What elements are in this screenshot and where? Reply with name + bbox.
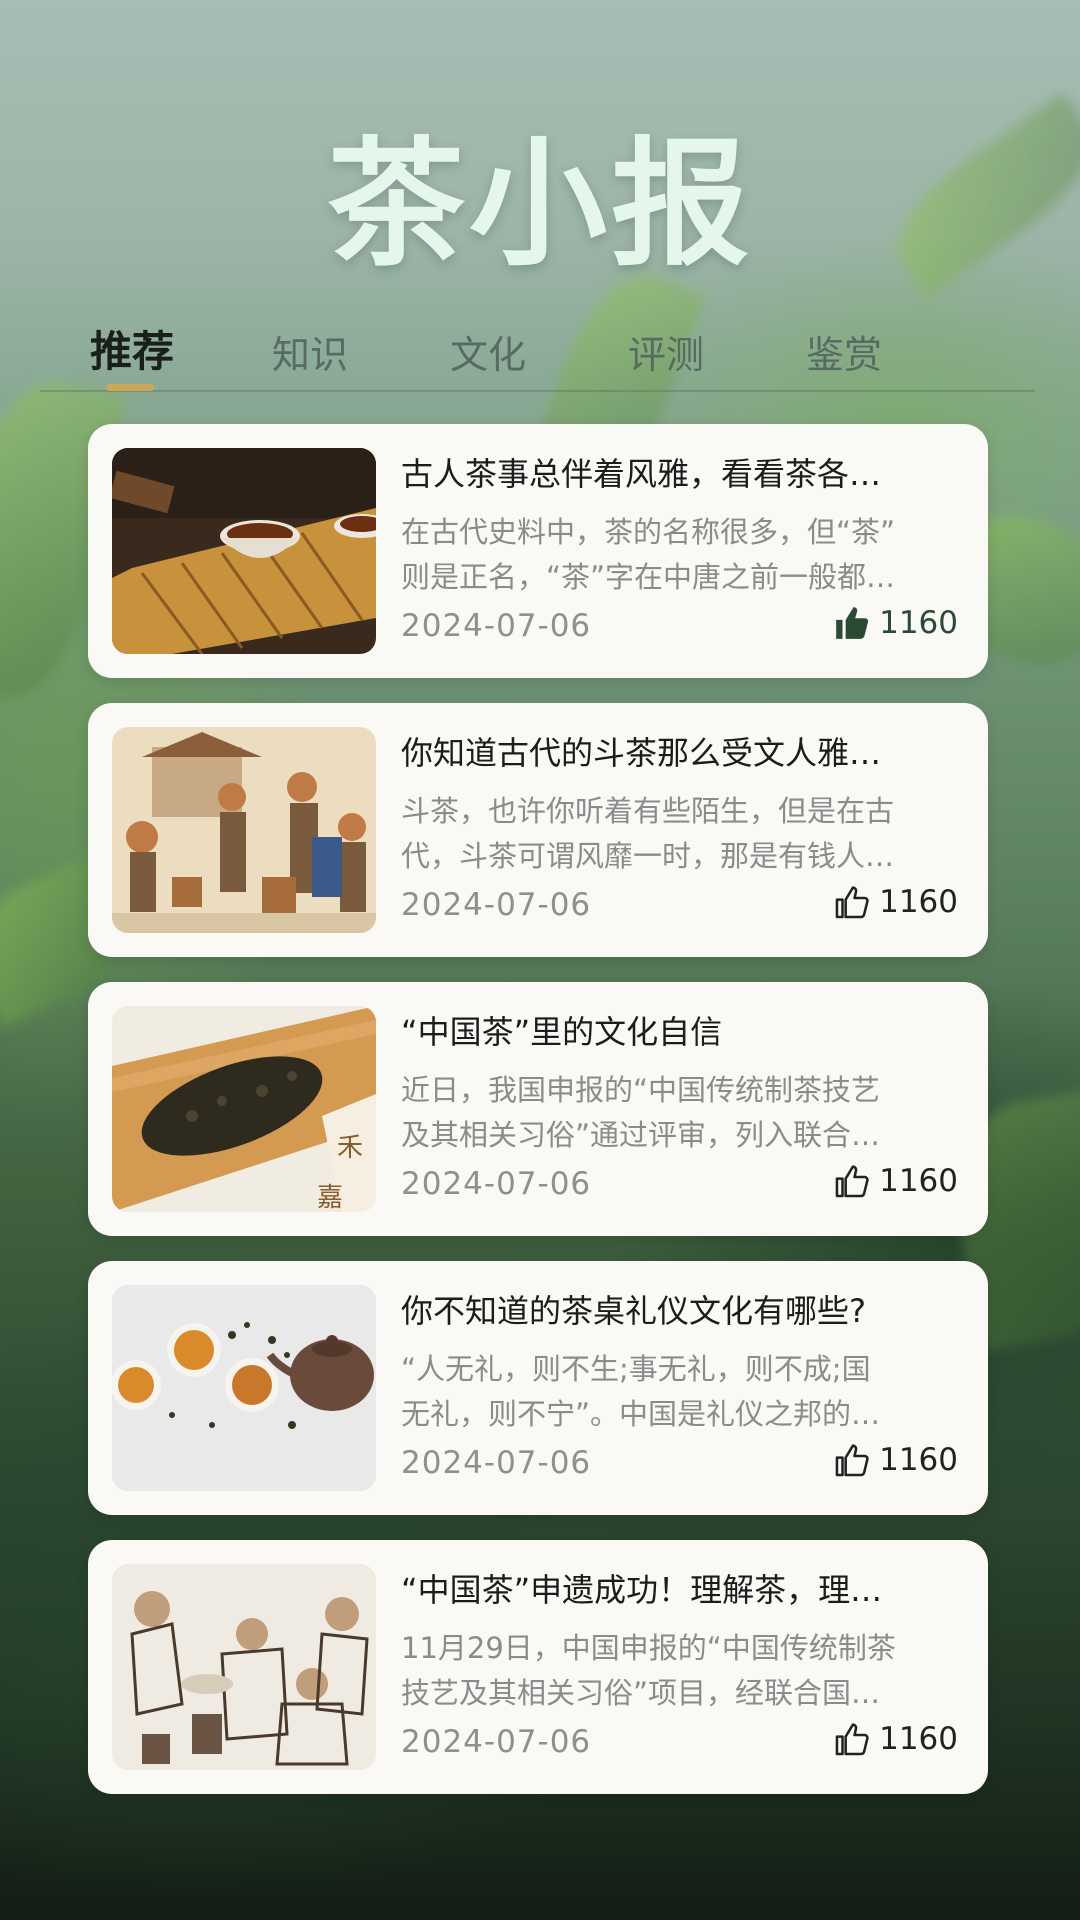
- article-card[interactable]: 你知道古代的斗茶那么受文人雅… 斗茶，也许你听着有些陌生，但是在古 代，斗茶可谓…: [88, 703, 988, 957]
- ancient-tea-gathering-sketch-image: [112, 1564, 376, 1770]
- loose-tea-leaves-tray-image: 禾 嘉: [112, 1006, 376, 1212]
- teapot-and-cups-image: [112, 1285, 376, 1491]
- category-tabs: 推荐 知识 文化 评测 鉴赏: [40, 318, 1035, 392]
- article-date: 2024-07-06: [401, 887, 592, 923]
- article-summary: “人无礼，则不生;事无礼，则不成;国 无礼，则不宁”。中国是礼仪之邦的…: [401, 1352, 881, 1431]
- thumbs-up-filled-icon: [836, 607, 869, 639]
- article-title[interactable]: “中国茶”里的文化自信: [401, 1010, 946, 1054]
- ancient-tea-market-painting-image: [112, 727, 376, 933]
- thumbs-up-icon: [835, 1444, 869, 1477]
- article-date: 2024-07-06: [401, 1445, 592, 1481]
- article-card[interactable]: 你不知道的茶桌礼仪文化有哪些? “人无礼，则不生;事无礼，则不成;国 无礼，则不…: [88, 1261, 988, 1515]
- tab-culture[interactable]: 文化: [450, 324, 526, 379]
- like-count: 1160: [879, 1442, 958, 1478]
- active-tab-indicator: [106, 384, 154, 391]
- article-summary: 斗茶，也许你听着有些陌生，但是在古 代，斗茶可谓风靡一时，那是有钱人…: [401, 794, 895, 873]
- article-title[interactable]: 古人茶事总伴着风雅，看看茶各…: [401, 452, 946, 496]
- article-summary: 11月29日，中国申报的“中国传统制茶 技艺及其相关习俗”项目，经联合国…: [401, 1631, 896, 1710]
- like-button[interactable]: 1160: [833, 1441, 958, 1479]
- svg-text:嘉: 嘉: [317, 1183, 343, 1212]
- like-count: 1160: [879, 605, 958, 641]
- tab-knowledge[interactable]: 知识: [272, 324, 348, 379]
- like-count: 1160: [879, 1721, 958, 1757]
- like-count: 1160: [879, 1163, 958, 1199]
- tab-review[interactable]: 评测: [628, 324, 704, 379]
- article-date: 2024-07-06: [401, 1724, 592, 1760]
- article-summary: 在古代史料中，茶的名称很多，但“茶” 则是正名，“茶”字在中唐之前一般都…: [401, 515, 896, 594]
- article-card[interactable]: 古人茶事总伴着风雅，看看茶各… 在古代史料中，茶的名称很多，但“茶” 则是正名，…: [88, 424, 988, 678]
- article-card[interactable]: 禾 嘉 “中国茶”里的文化自信 近日，我国申报的“中国传统制茶技艺 及其相关习俗…: [88, 982, 988, 1236]
- svg-text:禾: 禾: [337, 1133, 363, 1163]
- article-title[interactable]: “中国茶”申遗成功！理解茶，理…: [401, 1568, 946, 1612]
- article-date: 2024-07-06: [401, 608, 592, 644]
- thumbs-up-icon: [835, 1165, 869, 1198]
- app-title: 茶小报: [326, 124, 753, 285]
- article-date: 2024-07-06: [401, 1166, 592, 1202]
- like-button[interactable]: 1160: [833, 1162, 958, 1200]
- like-count: 1160: [879, 884, 958, 920]
- like-button[interactable]: 1160: [833, 1720, 958, 1758]
- tab-appreciation[interactable]: 鉴赏: [806, 324, 882, 379]
- article-title[interactable]: 你不知道的茶桌礼仪文化有哪些?: [401, 1289, 946, 1333]
- like-button[interactable]: 1160: [833, 883, 958, 921]
- article-title[interactable]: 你知道古代的斗茶那么受文人雅…: [401, 731, 946, 775]
- like-button[interactable]: 1160: [833, 604, 958, 642]
- article-card[interactable]: “中国茶”申遗成功！理解茶，理… 11月29日，中国申报的“中国传统制茶 技艺及…: [88, 1540, 988, 1794]
- thumbs-up-icon: [835, 886, 869, 919]
- thumbs-up-icon: [835, 1723, 869, 1756]
- tab-recommend[interactable]: 推荐: [90, 318, 174, 379]
- tea-cups-on-bamboo-mat-image: [112, 448, 376, 654]
- article-summary: 近日，我国申报的“中国传统制茶技艺 及其相关习俗”通过评审，列入联合…: [401, 1073, 881, 1152]
